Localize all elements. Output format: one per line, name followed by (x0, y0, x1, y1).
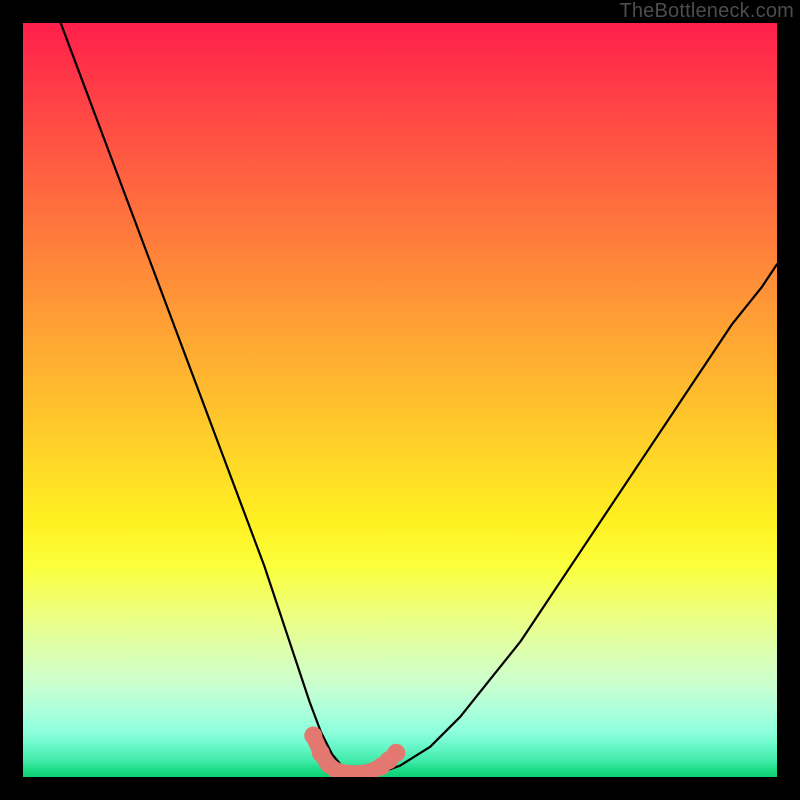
attribution-watermark: TheBottleneck.com (619, 0, 794, 23)
chart-svg (23, 23, 777, 777)
plot-area (23, 23, 777, 777)
chart-frame: TheBottleneck.com (0, 0, 800, 800)
bottleneck-curve (61, 23, 777, 773)
bottleneck-highlight-markers (304, 727, 405, 777)
